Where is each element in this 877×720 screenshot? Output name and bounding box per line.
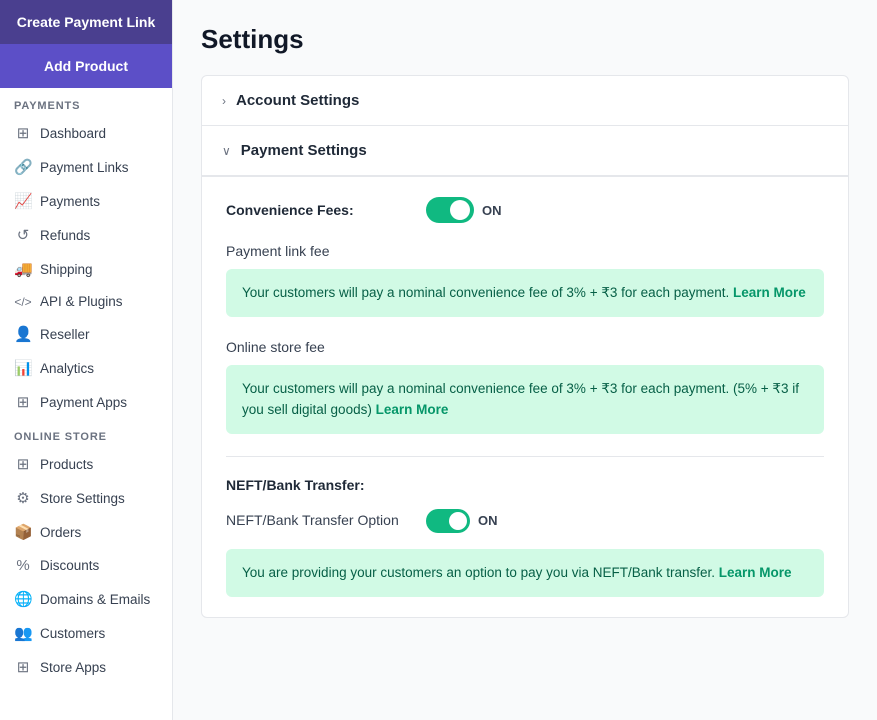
neft-toggle-slider xyxy=(426,509,470,533)
sidebar-item-payment-apps[interactable]: ⊞ Payment Apps xyxy=(0,385,172,419)
payment-settings-body: Convenience Fees: ON Payment link fee Yo… xyxy=(202,176,848,617)
sidebar-item-label: Orders xyxy=(40,525,81,540)
payment-link-fee-info: Your customers will pay a nominal conven… xyxy=(226,269,824,317)
sidebar-item-label: Store Apps xyxy=(40,660,106,675)
dashboard-icon: ⊞ xyxy=(14,124,32,142)
sidebar-item-discounts[interactable]: % Discounts xyxy=(0,549,172,582)
sidebar-item-label: Customers xyxy=(40,626,105,641)
sidebar: Create Payment Link Add Product PAYMENTS… xyxy=(0,0,173,720)
account-settings-title: Account Settings xyxy=(236,92,359,109)
payment-link-fee-text: Your customers will pay a nominal conven… xyxy=(242,285,729,300)
main-content: Settings › Account Settings ∨ Payment Se… xyxy=(173,0,877,720)
sidebar-item-label: Discounts xyxy=(40,558,99,573)
neft-info-text: You are providing your customers an opti… xyxy=(242,565,715,580)
neft-info: You are providing your customers an opti… xyxy=(226,549,824,597)
refunds-icon: ↺ xyxy=(14,226,32,244)
convenience-fees-row: Convenience Fees: ON xyxy=(226,197,824,223)
online-store-fee-learn-more[interactable]: Learn More xyxy=(376,402,449,417)
analytics-icon: 📊 xyxy=(14,359,32,377)
discounts-icon: % xyxy=(14,557,32,574)
sidebar-item-label: Domains & Emails xyxy=(40,592,150,607)
neft-bank-transfer-section: NEFT/Bank Transfer: NEFT/Bank Transfer O… xyxy=(226,477,824,597)
chevron-right-icon: › xyxy=(222,94,226,108)
online-store-fee-section: Online store fee Your customers will pay… xyxy=(226,339,824,434)
neft-option-row: NEFT/Bank Transfer Option ON xyxy=(226,509,824,533)
sidebar-item-shipping[interactable]: 🚚 Shipping xyxy=(0,252,172,286)
payment-link-fee-title: Payment link fee xyxy=(226,243,824,259)
sidebar-item-payment-links[interactable]: 🔗 Payment Links xyxy=(0,150,172,184)
payment-apps-icon: ⊞ xyxy=(14,393,32,411)
online-store-section-label: ONLINE STORE xyxy=(0,419,172,447)
reseller-icon: 👤 xyxy=(14,325,32,343)
payment-link-fee-section: Payment link fee Your customers will pay… xyxy=(226,243,824,317)
sidebar-item-label: Refunds xyxy=(40,228,90,243)
sidebar-item-label: API & Plugins xyxy=(40,294,123,309)
shipping-icon: 🚚 xyxy=(14,260,32,278)
sidebar-item-label: Analytics xyxy=(40,361,94,376)
orders-icon: 📦 xyxy=(14,523,32,541)
sidebar-item-customers[interactable]: 👥 Customers xyxy=(0,616,172,650)
payment-settings-title: Payment Settings xyxy=(241,142,367,159)
customers-icon: 👥 xyxy=(14,624,32,642)
online-store-fee-info: Your customers will pay a nominal conven… xyxy=(226,365,824,434)
online-store-fee-title: Online store fee xyxy=(226,339,824,355)
create-payment-button[interactable]: Create Payment Link xyxy=(0,0,172,44)
account-settings-accordion[interactable]: › Account Settings xyxy=(202,76,848,126)
neft-toggle[interactable] xyxy=(426,509,470,533)
toggle-slider xyxy=(426,197,474,223)
sidebar-item-label: Dashboard xyxy=(40,126,106,141)
domains-icon: 🌐 xyxy=(14,590,32,608)
payments-section-label: PAYMENTS xyxy=(0,88,172,116)
sidebar-item-domains-emails[interactable]: 🌐 Domains & Emails xyxy=(0,582,172,616)
settings-card: › Account Settings ∨ Payment Settings Co… xyxy=(201,75,849,618)
payment-settings-accordion[interactable]: ∨ Payment Settings xyxy=(202,126,848,176)
neft-toggle-status: ON xyxy=(478,513,498,528)
sidebar-item-refunds[interactable]: ↺ Refunds xyxy=(0,218,172,252)
api-icon: </> xyxy=(14,295,32,309)
sidebar-item-analytics[interactable]: 📊 Analytics xyxy=(0,351,172,385)
sidebar-item-store-apps[interactable]: ⊞ Store Apps xyxy=(0,650,172,684)
page-title: Settings xyxy=(201,24,849,55)
products-icon: ⊞ xyxy=(14,455,32,473)
payments-icon: 📈 xyxy=(14,192,32,210)
sidebar-item-label: Products xyxy=(40,457,93,472)
sidebar-item-label: Shipping xyxy=(40,262,93,277)
sidebar-item-store-settings[interactable]: ⚙ Store Settings xyxy=(0,481,172,515)
link-icon: 🔗 xyxy=(14,158,32,176)
neft-toggle-wrapper: ON xyxy=(426,509,498,533)
sidebar-item-payments[interactable]: 📈 Payments xyxy=(0,184,172,218)
sidebar-nav: PAYMENTS ⊞ Dashboard 🔗 Payment Links 📈 P… xyxy=(0,88,172,684)
sidebar-item-label: Payment Apps xyxy=(40,395,127,410)
settings-divider xyxy=(226,456,824,457)
convenience-fees-toggle[interactable] xyxy=(426,197,474,223)
sidebar-item-label: Payments xyxy=(40,194,100,209)
convenience-fees-label: Convenience Fees: xyxy=(226,202,406,218)
online-store-fee-text: Your customers will pay a nominal conven… xyxy=(242,381,799,416)
sidebar-item-dashboard[interactable]: ⊞ Dashboard xyxy=(0,116,172,150)
payment-link-fee-learn-more[interactable]: Learn More xyxy=(733,285,806,300)
sidebar-item-label: Payment Links xyxy=(40,160,129,175)
convenience-fees-toggle-wrapper: ON xyxy=(426,197,502,223)
sidebar-item-reseller[interactable]: 👤 Reseller xyxy=(0,317,172,351)
add-product-button[interactable]: Add Product xyxy=(0,44,172,88)
convenience-fees-status: ON xyxy=(482,203,502,218)
payment-settings-section: ∨ Payment Settings Convenience Fees: ON xyxy=(202,126,848,617)
chevron-down-icon: ∨ xyxy=(222,144,231,158)
sidebar-item-label: Reseller xyxy=(40,327,90,342)
store-apps-icon: ⊞ xyxy=(14,658,32,676)
store-settings-icon: ⚙ xyxy=(14,489,32,507)
sidebar-item-orders[interactable]: 📦 Orders xyxy=(0,515,172,549)
neft-learn-more[interactable]: Learn More xyxy=(719,565,792,580)
sidebar-item-label: Store Settings xyxy=(40,491,125,506)
neft-option-label: NEFT/Bank Transfer Option xyxy=(226,511,406,531)
neft-bank-transfer-label: NEFT/Bank Transfer: xyxy=(226,477,824,493)
sidebar-item-api-plugins[interactable]: </> API & Plugins xyxy=(0,286,172,317)
sidebar-item-products[interactable]: ⊞ Products xyxy=(0,447,172,481)
